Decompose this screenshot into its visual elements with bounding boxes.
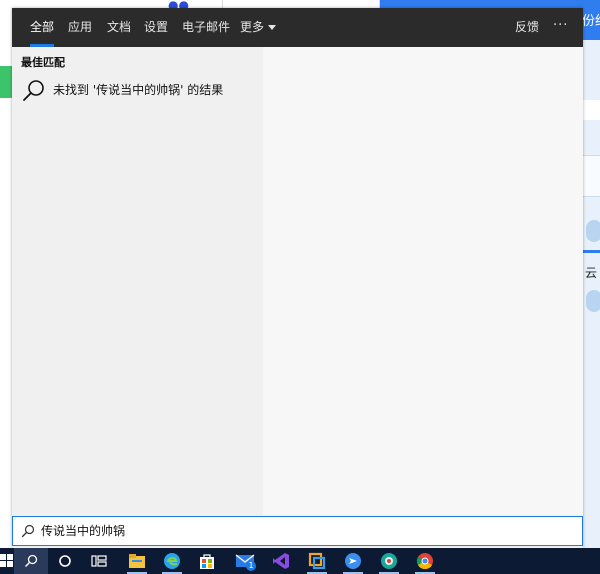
desktop-blob-icon (586, 290, 600, 312)
file-explorer-icon[interactable] (120, 548, 154, 574)
edge-icon[interactable] (155, 548, 189, 574)
taskbar: 1 (0, 548, 600, 574)
search-icon (21, 524, 35, 538)
search-icon (23, 80, 44, 101)
desktop-right-strip (583, 155, 600, 197)
desktop-right-window: 云 是 (583, 40, 600, 548)
more-options-button[interactable]: ··· (553, 8, 568, 47)
tab-email[interactable]: 电子邮件 (182, 8, 230, 47)
feishu-icon[interactable] (336, 548, 370, 574)
chrome-icon[interactable] (408, 548, 442, 574)
store-icon[interactable] (190, 548, 224, 574)
vmware-icon[interactable] (300, 548, 334, 574)
results-list: 最佳匹配 未找到 '传说当中的帅锅' 的结果 (12, 47, 263, 515)
app-icon[interactable] (372, 548, 406, 574)
search-input[interactable] (41, 520, 561, 540)
visual-studio-icon[interactable] (264, 548, 298, 574)
desktop-right-strip (583, 100, 600, 120)
best-match-heading: 最佳匹配 (21, 56, 65, 69)
cortana-icon[interactable] (48, 548, 82, 574)
mail-badge: 1 (246, 561, 256, 571)
preview-pane (263, 47, 583, 515)
mail-icon[interactable]: 1 (228, 548, 262, 574)
desktop-green-tab (0, 66, 12, 98)
desktop-banner-text: 份红 (582, 14, 600, 29)
task-view-icon[interactable] (82, 548, 116, 574)
search-filter-bar: 全部 应用 文档 设置 电子邮件 更多 反馈 ··· (12, 8, 583, 47)
tab-settings[interactable]: 设置 (144, 8, 168, 47)
search-icon[interactable] (14, 548, 48, 574)
tab-documents[interactable]: 文档 (107, 8, 131, 47)
no-result-item[interactable]: 未找到 '传说当中的帅锅' 的结果 (12, 73, 263, 107)
tab-apps[interactable]: 应用 (68, 8, 92, 47)
caret-down-icon (268, 25, 277, 30)
desktop-right-text: 云 是 (585, 266, 600, 280)
tab-more[interactable]: 更多 (240, 8, 277, 47)
desktop-blue-line (583, 250, 600, 253)
no-result-text: 未找到 '传说当中的帅锅' 的结果 (53, 83, 224, 97)
feedback-button[interactable]: 反馈 (515, 8, 539, 47)
search-box[interactable] (12, 516, 583, 546)
search-panel: 全部 应用 文档 设置 电子邮件 更多 反馈 ··· 最佳匹配 未找到 '传说当… (12, 8, 583, 548)
desktop-blob-icon (586, 220, 600, 242)
tab-all[interactable]: 全部 (30, 8, 55, 47)
